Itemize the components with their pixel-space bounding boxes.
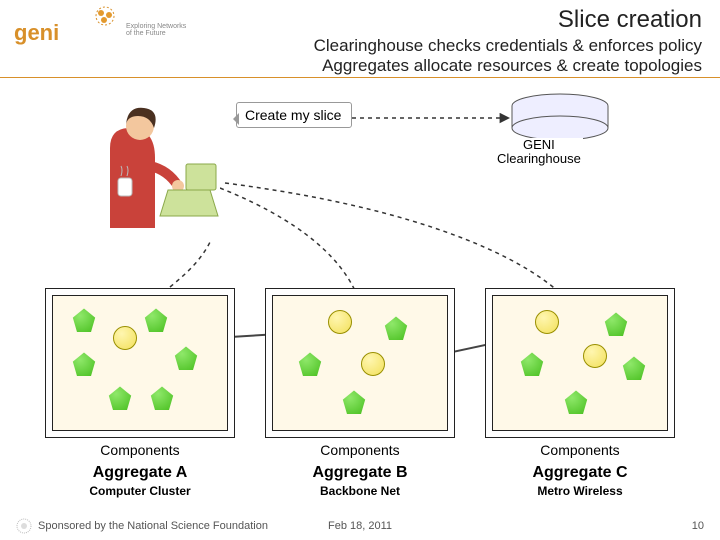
clearinghouse-line2: Clearinghouse bbox=[497, 151, 581, 166]
node-yellow-icon bbox=[583, 344, 607, 368]
footer-sponsor: Sponsored by the National Science Founda… bbox=[38, 520, 268, 532]
aggregate-c: Components Aggregate C Metro Wireless bbox=[485, 288, 675, 498]
node-green-icon bbox=[71, 352, 97, 378]
clearinghouse-icon bbox=[512, 94, 608, 140]
node-green-icon bbox=[71, 308, 97, 334]
aggregate-a: Components Aggregate A Computer Cluster bbox=[45, 288, 235, 498]
brand-logo: geni Exploring Networks of the Future bbox=[10, 6, 186, 54]
aggregate-c-inner bbox=[492, 295, 668, 431]
node-yellow-icon bbox=[113, 326, 137, 350]
user-icon bbox=[80, 100, 220, 240]
aggregate-b-sub: Backbone Net bbox=[265, 484, 455, 498]
aggregate-a-inner bbox=[52, 295, 228, 431]
clearinghouse-label: GENI Clearinghouse bbox=[495, 138, 583, 167]
nsf-badge-icon bbox=[16, 518, 32, 534]
node-green-icon bbox=[107, 386, 133, 412]
logo-tag-1: Exploring Networks bbox=[126, 23, 186, 30]
svg-text:geni: geni bbox=[14, 20, 59, 45]
aggregate-b-inner bbox=[272, 295, 448, 431]
node-yellow-icon bbox=[361, 352, 385, 376]
aggregate-b-title: Aggregate B bbox=[265, 464, 455, 482]
aggregate-a-sub: Computer Cluster bbox=[45, 484, 235, 498]
speech-bubble: Create my slice bbox=[236, 102, 352, 128]
aggregate-a-outer bbox=[45, 288, 235, 438]
node-green-icon bbox=[563, 390, 589, 416]
aggregate-a-title: Aggregate A bbox=[45, 464, 235, 482]
footer: Sponsored by the National Science Founda… bbox=[0, 518, 720, 534]
node-green-icon bbox=[621, 356, 647, 382]
footer-date: Feb 18, 2011 bbox=[328, 520, 392, 532]
aggregate-c-outer bbox=[485, 288, 675, 438]
node-green-icon bbox=[143, 308, 169, 334]
aggregate-b: Components Aggregate B Backbone Net bbox=[265, 288, 455, 498]
node-green-icon bbox=[173, 346, 199, 372]
page-title: Slice creation bbox=[314, 6, 702, 34]
node-green-icon bbox=[149, 386, 175, 412]
node-green-icon bbox=[297, 352, 323, 378]
diagram-area: Create my slice GENI Clearinghouse Compo… bbox=[0, 78, 720, 488]
page-number: 10 bbox=[692, 520, 704, 532]
node-green-icon bbox=[383, 316, 409, 342]
components-label: Components bbox=[265, 442, 455, 458]
header: geni Exploring Networks of the Future Sl… bbox=[0, 0, 720, 78]
node-green-icon bbox=[341, 390, 367, 416]
title-block: Slice creation Clearinghouse checks cred… bbox=[314, 6, 710, 77]
page-subtitle-2: Aggregates allocate resources & create t… bbox=[314, 56, 702, 76]
node-green-icon bbox=[519, 352, 545, 378]
logo-tag-2: of the Future bbox=[126, 30, 186, 37]
aggregate-b-outer bbox=[265, 288, 455, 438]
clearinghouse-line1: GENI bbox=[523, 137, 555, 152]
node-yellow-icon bbox=[328, 310, 352, 334]
components-label: Components bbox=[485, 442, 675, 458]
aggregate-c-title: Aggregate C bbox=[485, 464, 675, 482]
aggregate-row: Components Aggregate A Computer Cluster … bbox=[0, 288, 720, 498]
node-yellow-icon bbox=[535, 310, 559, 334]
aggregate-c-sub: Metro Wireless bbox=[485, 484, 675, 498]
geni-logo-icon: geni bbox=[10, 6, 120, 54]
components-label: Components bbox=[45, 442, 235, 458]
node-green-icon bbox=[603, 312, 629, 338]
page-subtitle-1: Clearinghouse checks credentials & enfor… bbox=[314, 36, 702, 56]
